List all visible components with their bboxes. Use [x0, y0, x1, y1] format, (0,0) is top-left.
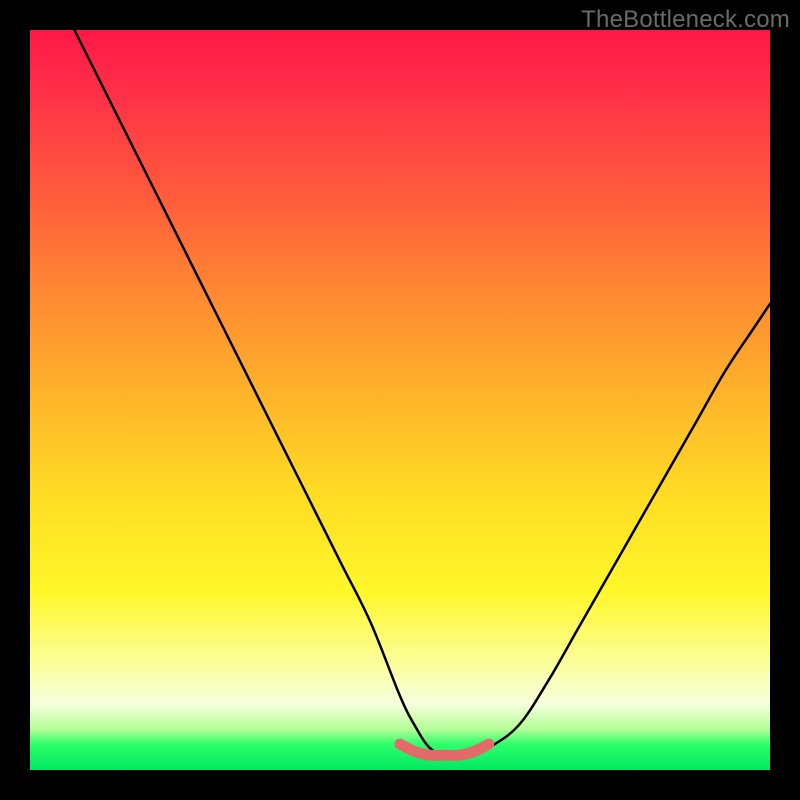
ideal-band-line — [400, 744, 489, 755]
curve-svg — [30, 30, 770, 770]
gradient-plot-area — [30, 30, 770, 770]
chart-frame: TheBottleneck.com — [0, 0, 800, 800]
bottleneck-curve-line — [74, 30, 770, 756]
